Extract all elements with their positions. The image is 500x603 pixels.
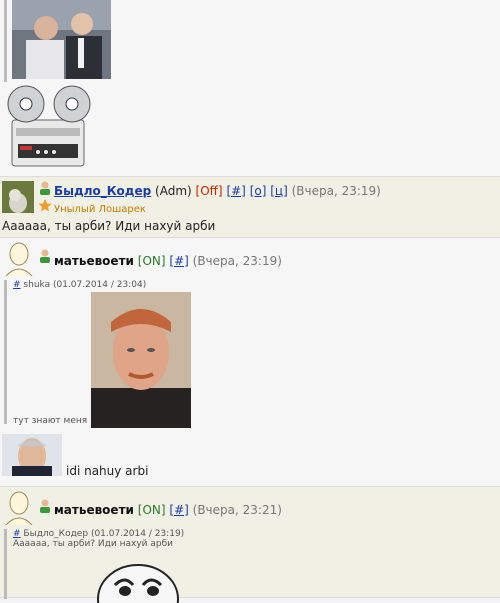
post-link-hash[interactable]: [#] [169, 254, 188, 268]
post-header: матьевоети [ON] [#] (Вчера, 23:21) [54, 503, 282, 517]
username[interactable]: матьевоети [54, 503, 134, 517]
post-link-hash[interactable]: [#] [169, 503, 188, 517]
quote-header: # shuka (01.07.2014 / 23:04) [13, 280, 203, 290]
post-time: (Вчера, 23:21) [192, 503, 282, 517]
user-online-icon [38, 249, 52, 266]
post-top [0, 0, 500, 177]
status-badge: [ON] [137, 503, 166, 517]
star-icon [38, 198, 52, 215]
user-online-icon [38, 499, 52, 516]
quoted-photo[interactable] [12, 0, 111, 79]
user-online-icon [38, 181, 52, 198]
post-header: матьевоети [ON] [#] (Вчера, 23:19) [54, 254, 282, 268]
post-time: (Вчера, 23:19) [192, 254, 282, 268]
quote-link[interactable]: # [13, 280, 21, 290]
post-message: Аааааа, ты арби? Иди нахуй арби [2, 219, 216, 233]
user-rank: Унылый Лошарек [54, 204, 146, 215]
default-avatar[interactable] [4, 491, 34, 525]
post-message: idi nahuy arbi [66, 464, 149, 478]
avatar[interactable] [2, 181, 34, 213]
quote-block: # Быдло_Кодер (01.07.2014 / 23:19) Ааааа… [4, 529, 263, 603]
sticker-image[interactable] [2, 434, 62, 476]
meme-face-image[interactable] [97, 563, 179, 603]
post-link-quote[interactable]: [ц] [270, 184, 288, 198]
status-badge: [Off] [195, 184, 223, 198]
quote-author: shuka [23, 280, 51, 290]
default-avatar[interactable] [4, 242, 34, 276]
quote-date: (01.07.2014 / 23:19) [90, 529, 185, 539]
quote-block: # shuka (01.07.2014 / 23:04) тут знают м… [4, 280, 203, 428]
quote-text: Аааааа, ты арби? Иди нахуй арби [13, 539, 173, 549]
quote-date: (01.07.2014 / 23:04) [52, 280, 147, 290]
post-item: матьевоети [ON] [#] (Вчера, 23:19) # shu… [0, 238, 500, 487]
post-item: матьевоети [ON] [#] (Вчера, 23:21) # Быд… [0, 487, 500, 603]
quote-header: # Быдло_Кодер (01.07.2014 / 23:19) [13, 529, 263, 539]
username-link[interactable]: Быдло_Кодер [54, 184, 151, 198]
quoted-photo[interactable] [91, 292, 191, 428]
quote-link[interactable]: # [13, 529, 21, 539]
status-badge: [ON] [137, 254, 166, 268]
post-time: (Вчера, 23:19) [291, 184, 381, 198]
post-link-o[interactable]: [о] [250, 184, 267, 198]
post-link-hash[interactable]: [#] [226, 184, 245, 198]
tape-recorder-image[interactable] [4, 84, 94, 168]
post-header: Быдло_Кодер (Adm) [Off] [#] [о] [ц] (Вче… [54, 184, 381, 198]
username[interactable]: матьевоети [54, 254, 134, 268]
quote-author: Быдло_Кодер [23, 529, 89, 539]
quote-text: тут знают меня [13, 416, 88, 426]
post-item: Быдло_Кодер (Adm) [Off] [#] [о] [ц] (Вче… [0, 177, 500, 238]
user-role: (Adm) [155, 184, 192, 198]
